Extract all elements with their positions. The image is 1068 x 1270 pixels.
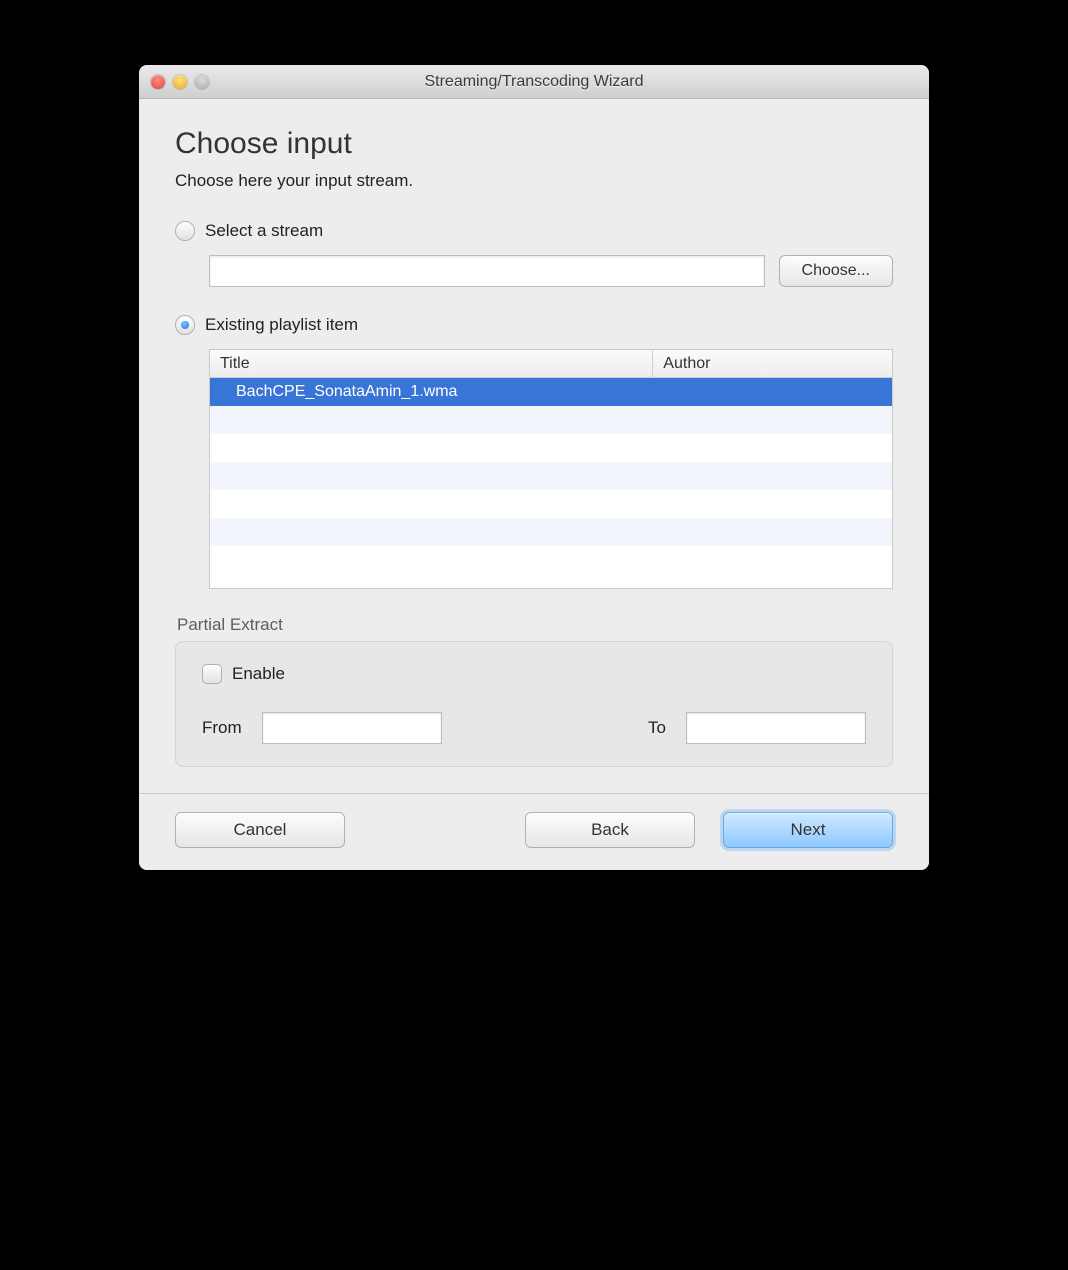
wizard-window: Streaming/Transcoding Wizard Choose inpu…	[139, 65, 929, 870]
to-input[interactable]	[686, 712, 866, 744]
enable-row[interactable]: Enable	[202, 664, 866, 684]
to-label: To	[648, 718, 666, 738]
radio-label: Existing playlist item	[205, 315, 358, 335]
range-row: From To	[202, 712, 866, 744]
titlebar: Streaming/Transcoding Wizard	[139, 65, 929, 99]
table-row[interactable]	[210, 462, 892, 490]
table-body: BachCPE_SonataAmin_1.wma	[210, 378, 892, 574]
table-row[interactable]	[210, 406, 892, 434]
column-title[interactable]: Title	[210, 350, 653, 377]
content-area: Choose input Choose here your input stre…	[139, 99, 929, 767]
radio-existing-playlist[interactable]: Existing playlist item	[175, 315, 893, 335]
enable-label: Enable	[232, 664, 285, 684]
cell-title: BachCPE_SonataAmin_1.wma	[210, 383, 457, 401]
page-subtext: Choose here your input stream.	[175, 171, 893, 191]
table-row[interactable]	[210, 546, 892, 574]
next-button[interactable]: Next	[723, 812, 893, 848]
column-author[interactable]: Author	[653, 350, 892, 377]
radio-label: Select a stream	[205, 221, 323, 241]
playlist-table: Title Author BachCPE_SonataAmin_1.wma	[209, 349, 893, 589]
choose-button[interactable]: Choose...	[779, 255, 893, 287]
cancel-button[interactable]: Cancel	[175, 812, 345, 848]
from-input[interactable]	[262, 712, 442, 744]
table-row[interactable]: BachCPE_SonataAmin_1.wma	[210, 378, 892, 406]
enable-checkbox[interactable]	[202, 664, 222, 684]
window-title: Streaming/Transcoding Wizard	[139, 73, 929, 91]
stream-row: Choose...	[209, 255, 893, 287]
radio-icon[interactable]	[175, 315, 195, 335]
table-row[interactable]	[210, 434, 892, 462]
partial-extract-group: Enable From To	[175, 641, 893, 767]
table-row[interactable]	[210, 518, 892, 546]
radio-select-stream[interactable]: Select a stream	[175, 221, 893, 241]
footer: Cancel Back Next	[139, 793, 929, 870]
group-label-partial-extract: Partial Extract	[177, 615, 893, 635]
page-heading: Choose input	[175, 127, 893, 161]
from-label: From	[202, 718, 242, 738]
back-button[interactable]: Back	[525, 812, 695, 848]
table-header: Title Author	[210, 350, 892, 378]
table-row[interactable]	[210, 490, 892, 518]
stream-input[interactable]	[209, 255, 765, 287]
radio-icon[interactable]	[175, 221, 195, 241]
